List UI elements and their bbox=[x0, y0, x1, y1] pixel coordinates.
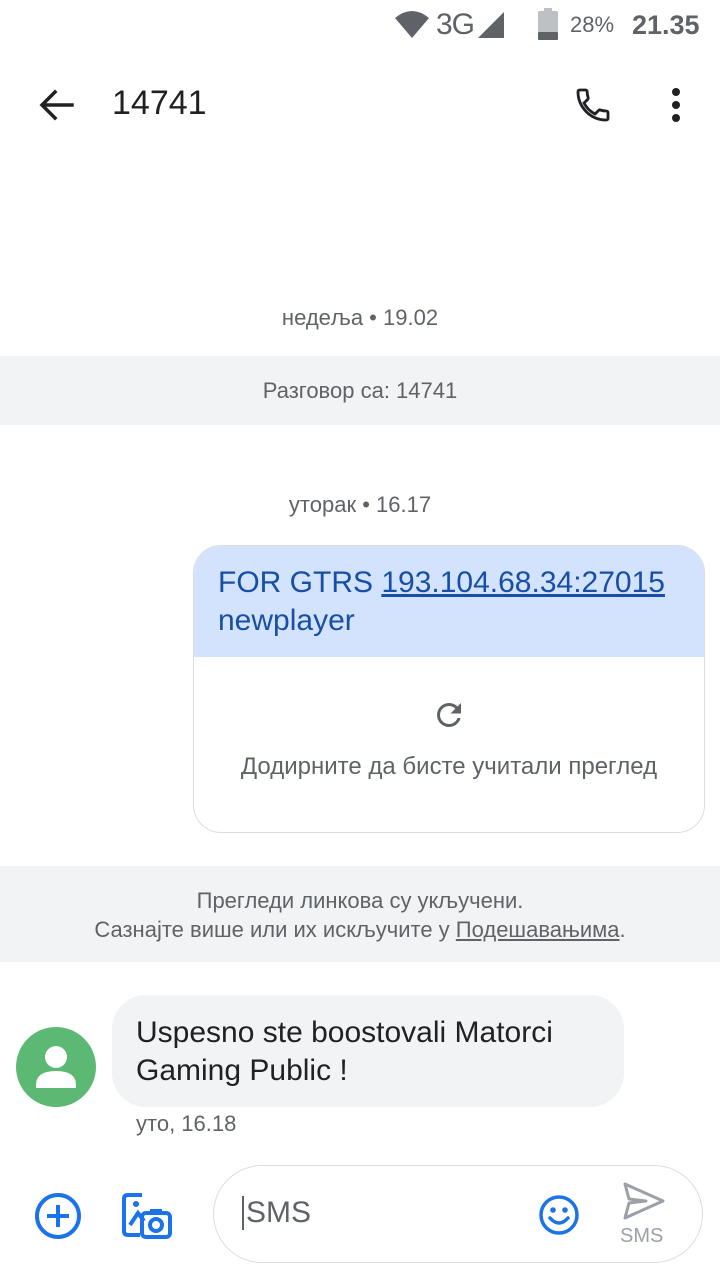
notice-text: Сазнајте више или их искључите у bbox=[94, 917, 456, 942]
battery-percent: 28% bbox=[570, 12, 615, 37]
message-timestamp: уто, 16.18 bbox=[136, 1111, 237, 1136]
conversation-info-band: Разговор са: 14741 bbox=[0, 356, 720, 425]
refresh-icon bbox=[437, 703, 461, 727]
notice-line-2: Сазнајте више или их искључите у Подешав… bbox=[0, 915, 720, 944]
add-attachment-button[interactable] bbox=[30, 1188, 86, 1244]
conversation-title: 14741 bbox=[112, 84, 207, 122]
send-icon bbox=[623, 1182, 665, 1220]
gallery-camera-button[interactable] bbox=[116, 1188, 176, 1244]
settings-link[interactable]: Подешавањима bbox=[456, 917, 620, 942]
sender-avatar[interactable] bbox=[16, 1027, 96, 1107]
network-type: 3G bbox=[436, 8, 475, 41]
link-preview-label: Додирните да бисте учитали преглед bbox=[240, 753, 658, 780]
toolbar: 14741 bbox=[0, 60, 720, 150]
day-separator: недеља • 19.02 bbox=[281, 305, 439, 330]
person-avatar-icon bbox=[36, 1046, 76, 1088]
emoji-icon bbox=[539, 1195, 579, 1235]
call-button[interactable] bbox=[566, 78, 620, 132]
day-separator: уторак • 16.17 bbox=[288, 492, 432, 517]
conversation-with-label: Разговор са: 14741 bbox=[262, 378, 458, 403]
wifi-icon bbox=[395, 11, 429, 38]
message-link[interactable]: 193.104.68.34:27015 bbox=[381, 566, 665, 599]
outgoing-message-text: FOR GTRS 193.104.68.34:27015 newplayer bbox=[194, 546, 704, 657]
notice-line-1: Прегледи линкова су укључени. bbox=[196, 888, 524, 913]
emoji-button[interactable] bbox=[536, 1192, 582, 1238]
incoming-message-text: Uspesno ste boostovali Matorci Gaming Pu… bbox=[136, 1016, 553, 1087]
phone-icon bbox=[576, 88, 610, 122]
send-button-label: SMS bbox=[620, 1225, 664, 1247]
back-button[interactable] bbox=[28, 80, 84, 130]
more-options-button[interactable] bbox=[652, 78, 700, 132]
clock: 21.35 bbox=[632, 10, 700, 40]
more-vert-icon bbox=[672, 88, 680, 122]
back-arrow-icon bbox=[39, 89, 74, 121]
outgoing-message-bubble[interactable]: FOR GTRS 193.104.68.34:27015 newplayer Д… bbox=[193, 545, 705, 833]
add-circle-icon bbox=[35, 1193, 81, 1239]
status-bar: 3G 28% 21.35 bbox=[0, 0, 720, 50]
message-input-placeholder: SMS bbox=[242, 1196, 311, 1230]
link-preview-notice: Прегледи линкова су укључени. Сазнајте в… bbox=[0, 866, 720, 962]
message-text-suffix: newplayer bbox=[218, 604, 355, 637]
incoming-message-bubble[interactable]: Uspesno ste boostovali Matorci Gaming Pu… bbox=[112, 995, 624, 1107]
battery-icon bbox=[538, 8, 558, 40]
link-preview[interactable]: Додирните да бисте учитали преглед bbox=[194, 657, 704, 832]
gallery-camera-icon bbox=[122, 1193, 172, 1239]
send-button[interactable] bbox=[616, 1178, 672, 1224]
signal-icon bbox=[478, 12, 504, 38]
notice-period: . bbox=[619, 917, 626, 942]
message-text-prefix: FOR GTRS bbox=[218, 566, 382, 599]
